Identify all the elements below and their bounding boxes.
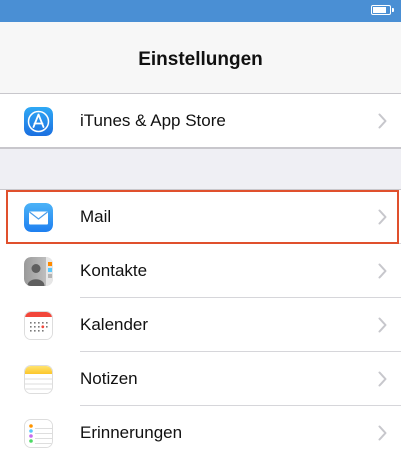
row-label: Kalender	[80, 315, 149, 334]
reminders-icon	[24, 419, 53, 448]
page-title: Einstellungen	[138, 49, 263, 70]
settings-row-reminders[interactable]: Erinnerungen	[0, 406, 401, 457]
row-label: Erinnerungen	[80, 423, 183, 442]
row-label: Notizen	[80, 369, 138, 388]
settings-row-contacts[interactable]: Kontakte	[0, 244, 401, 298]
settings-row-calendar[interactable]: Kalender	[0, 298, 401, 352]
row-label: Mail	[80, 207, 112, 226]
chevron-right-icon	[378, 317, 387, 333]
chevron-right-icon	[378, 209, 387, 225]
app-store-icon	[24, 107, 53, 136]
navigation-bar: Einstellungen	[0, 22, 401, 94]
calendar-icon	[24, 311, 53, 340]
row-label: iTunes & App Store	[80, 111, 226, 130]
settings-row-itunes-app-store[interactable]: iTunes & App Store	[0, 94, 401, 148]
mail-icon	[24, 203, 53, 232]
chevron-right-icon	[378, 113, 387, 129]
chevron-right-icon	[378, 263, 387, 279]
contacts-icon	[24, 257, 53, 286]
section-gap	[0, 148, 401, 190]
chevron-right-icon	[378, 371, 387, 387]
status-bar	[0, 0, 401, 22]
settings-row-mail[interactable]: Mail	[0, 190, 401, 244]
battery-icon	[371, 5, 394, 15]
settings-row-notes[interactable]: Notizen	[0, 352, 401, 406]
row-label: Kontakte	[80, 261, 148, 280]
notes-icon	[24, 365, 53, 394]
settings-screen: Einstellungen iTunes & App Store Mail Ko…	[0, 0, 401, 457]
chevron-right-icon	[378, 425, 387, 441]
